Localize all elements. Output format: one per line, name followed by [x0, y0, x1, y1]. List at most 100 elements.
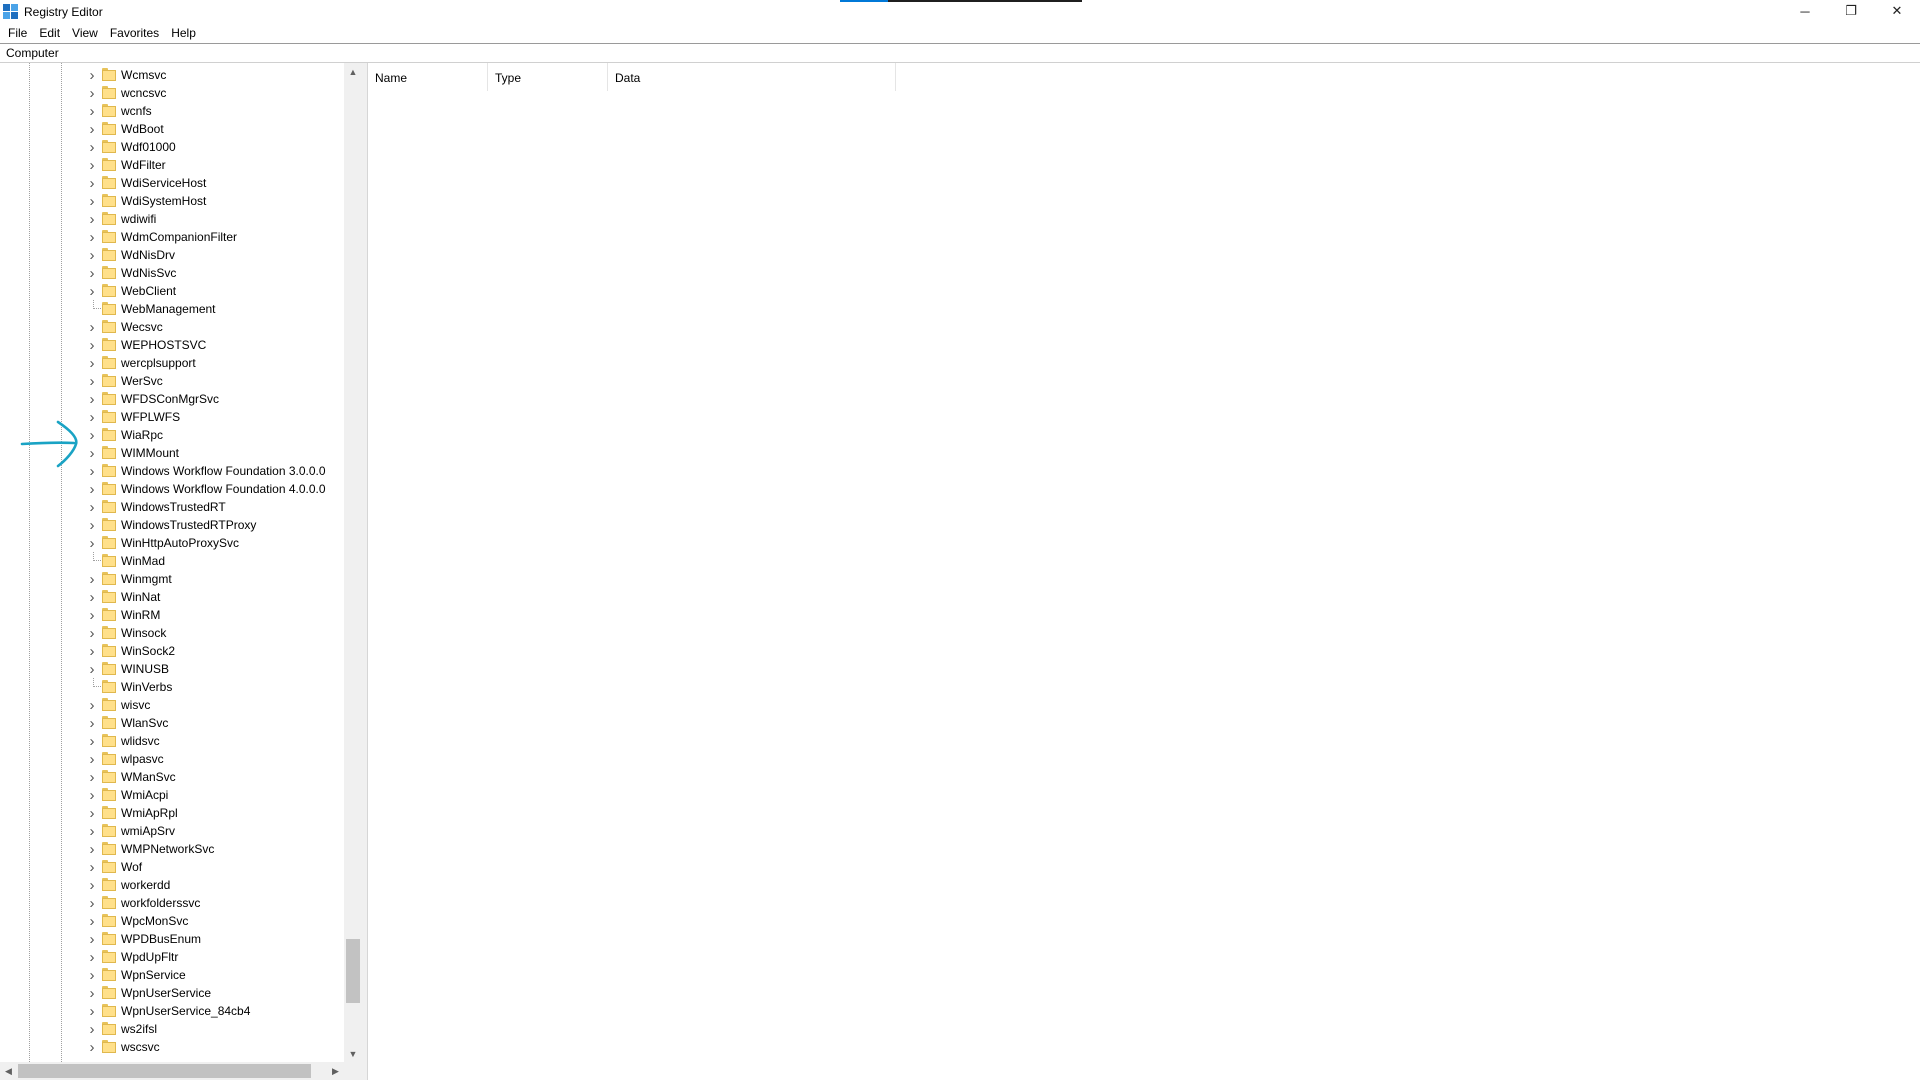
tree-node[interactable]: › wcncsvc: [0, 84, 344, 102]
chevron-right-icon[interactable]: ›: [86, 859, 98, 876]
tree-node[interactable]: › WinSock2: [0, 642, 344, 660]
restore-button[interactable]: ❐: [1828, 0, 1874, 22]
chevron-right-icon[interactable]: ›: [86, 571, 98, 588]
tree-node-label[interactable]: WpcMonSvc: [121, 914, 188, 928]
tree-node[interactable]: › WdFilter: [0, 156, 344, 174]
scroll-left-icon[interactable]: ◀: [0, 1062, 17, 1080]
chevron-right-icon[interactable]: ›: [86, 841, 98, 858]
chevron-right-icon[interactable]: ›: [86, 355, 98, 372]
tree-node[interactable]: › WpnUserService_84cb4: [0, 1002, 344, 1020]
tree-node-label[interactable]: WmiApRpl: [121, 806, 178, 820]
address-bar[interactable]: Computer: [0, 43, 1920, 63]
tree-node-label[interactable]: Windows Workflow Foundation 4.0.0.0: [121, 482, 326, 496]
tree-node[interactable]: › WdNisDrv: [0, 246, 344, 264]
menu-help[interactable]: Help: [165, 26, 202, 40]
chevron-right-icon[interactable]: ›: [86, 247, 98, 264]
chevron-right-icon[interactable]: ›: [86, 175, 98, 192]
tree-node-label[interactable]: wcncsvc: [121, 86, 166, 100]
tree-node[interactable]: › WpcMonSvc: [0, 912, 344, 930]
menu-file[interactable]: File: [2, 26, 33, 40]
chevron-right-icon[interactable]: ›: [86, 211, 98, 228]
column-header-type[interactable]: Type: [488, 63, 608, 91]
horizontal-scroll-thumb[interactable]: [18, 1064, 311, 1078]
chevron-right-icon[interactable]: ›: [86, 625, 98, 642]
tree-node-label[interactable]: WpnUserService_84cb4: [121, 1004, 250, 1018]
tree-node-label[interactable]: WdBoot: [121, 122, 164, 136]
menu-favorites[interactable]: Favorites: [104, 26, 165, 40]
chevron-right-icon[interactable]: ›: [86, 139, 98, 156]
chevron-right-icon[interactable]: ›: [86, 607, 98, 624]
tree-node[interactable]: › WmiApRpl: [0, 804, 344, 822]
tree-node[interactable]: › WMPNetworkSvc: [0, 840, 344, 858]
menu-view[interactable]: View: [66, 26, 104, 40]
tree-node[interactable]: › WindowsTrustedRTProxy: [0, 516, 344, 534]
tree-node-label[interactable]: WmiAcpi: [121, 788, 168, 802]
chevron-right-icon[interactable]: ›: [86, 535, 98, 552]
chevron-right-icon[interactable]: ›: [86, 1003, 98, 1020]
tree-node-label[interactable]: Winmgmt: [121, 572, 172, 586]
chevron-right-icon[interactable]: ›: [86, 823, 98, 840]
chevron-right-icon[interactable]: ›: [86, 409, 98, 426]
tree-node[interactable]: › WFDSConMgrSvc: [0, 390, 344, 408]
tree-node-label[interactable]: WPDBusEnum: [121, 932, 201, 946]
tree-node[interactable]: › Wdf01000: [0, 138, 344, 156]
tree-node-label[interactable]: WindowsTrustedRTProxy: [121, 518, 256, 532]
tree-node-label[interactable]: Wdf01000: [121, 140, 176, 154]
tree-node-label[interactable]: WinSock2: [121, 644, 175, 658]
tree-node[interactable]: › WindowsTrustedRT: [0, 498, 344, 516]
tree-node-label[interactable]: WEPHOSTSVC: [121, 338, 206, 352]
chevron-right-icon[interactable]: ›: [86, 319, 98, 336]
chevron-right-icon[interactable]: ›: [86, 589, 98, 606]
tree-node-label[interactable]: WpnService: [121, 968, 186, 982]
tree-node-label[interactable]: WManSvc: [121, 770, 176, 784]
tree-node[interactable]: WinVerbs: [0, 678, 344, 696]
tree-node-label[interactable]: WpdUpFltr: [121, 950, 178, 964]
tree-node[interactable]: › WdiSystemHost: [0, 192, 344, 210]
tree-node[interactable]: › wlidsvc: [0, 732, 344, 750]
chevron-right-icon[interactable]: ›: [86, 985, 98, 1002]
tree-horizontal-scrollbar[interactable]: ◀ ▶: [0, 1062, 344, 1080]
chevron-right-icon[interactable]: ›: [86, 1039, 98, 1056]
chevron-right-icon[interactable]: ›: [86, 697, 98, 714]
tree-node[interactable]: › wscsvc: [0, 1038, 344, 1056]
chevron-right-icon[interactable]: ›: [86, 643, 98, 660]
tree-node[interactable]: › wisvc: [0, 696, 344, 714]
tree-node[interactable]: › Wof: [0, 858, 344, 876]
tree-node-label[interactable]: WebManagement: [121, 302, 216, 316]
chevron-right-icon[interactable]: ›: [86, 463, 98, 480]
chevron-right-icon[interactable]: ›: [86, 265, 98, 282]
chevron-right-icon[interactable]: ›: [86, 751, 98, 768]
tree-node[interactable]: › ws2ifsl: [0, 1020, 344, 1038]
tree-node-label[interactable]: WFDSConMgrSvc: [121, 392, 219, 406]
scroll-right-icon[interactable]: ▶: [327, 1062, 344, 1080]
tree-node[interactable]: › WdmCompanionFilter: [0, 228, 344, 246]
tree-node[interactable]: › wcnfs: [0, 102, 344, 120]
tree-node[interactable]: › Winsock: [0, 624, 344, 642]
minimize-button[interactable]: ─: [1782, 0, 1828, 22]
tree-node[interactable]: › WdNisSvc: [0, 264, 344, 282]
chevron-right-icon[interactable]: ›: [86, 715, 98, 732]
tree-node[interactable]: › WdBoot: [0, 120, 344, 138]
tree-node[interactable]: › wlpasvc: [0, 750, 344, 768]
tree-node-label[interactable]: WMPNetworkSvc: [121, 842, 214, 856]
tree-node[interactable]: › WerSvc: [0, 372, 344, 390]
tree-node-label[interactable]: Wcmsvc: [121, 68, 166, 82]
chevron-right-icon[interactable]: ›: [86, 499, 98, 516]
tree-node[interactable]: › WpdUpFltr: [0, 948, 344, 966]
tree-node-label[interactable]: wscsvc: [121, 1040, 160, 1054]
tree-node[interactable]: › wercplsupport: [0, 354, 344, 372]
tree-node-label[interactable]: wercplsupport: [121, 356, 196, 370]
chevron-right-icon[interactable]: ›: [86, 877, 98, 894]
tree-node-label[interactable]: wlpasvc: [121, 752, 164, 766]
chevron-right-icon[interactable]: ›: [86, 895, 98, 912]
tree-node[interactable]: › WINUSB: [0, 660, 344, 678]
scroll-up-icon[interactable]: ▲: [344, 63, 362, 80]
tree-node[interactable]: › WManSvc: [0, 768, 344, 786]
tree-node-label[interactable]: WdNisDrv: [121, 248, 175, 262]
tree-node-label[interactable]: Winsock: [121, 626, 166, 640]
tree-node-label[interactable]: WpnUserService: [121, 986, 211, 1000]
tree-node[interactable]: › WpnUserService: [0, 984, 344, 1002]
menu-edit[interactable]: Edit: [33, 26, 66, 40]
tree-node[interactable]: › WinNat: [0, 588, 344, 606]
chevron-right-icon[interactable]: ›: [86, 949, 98, 966]
